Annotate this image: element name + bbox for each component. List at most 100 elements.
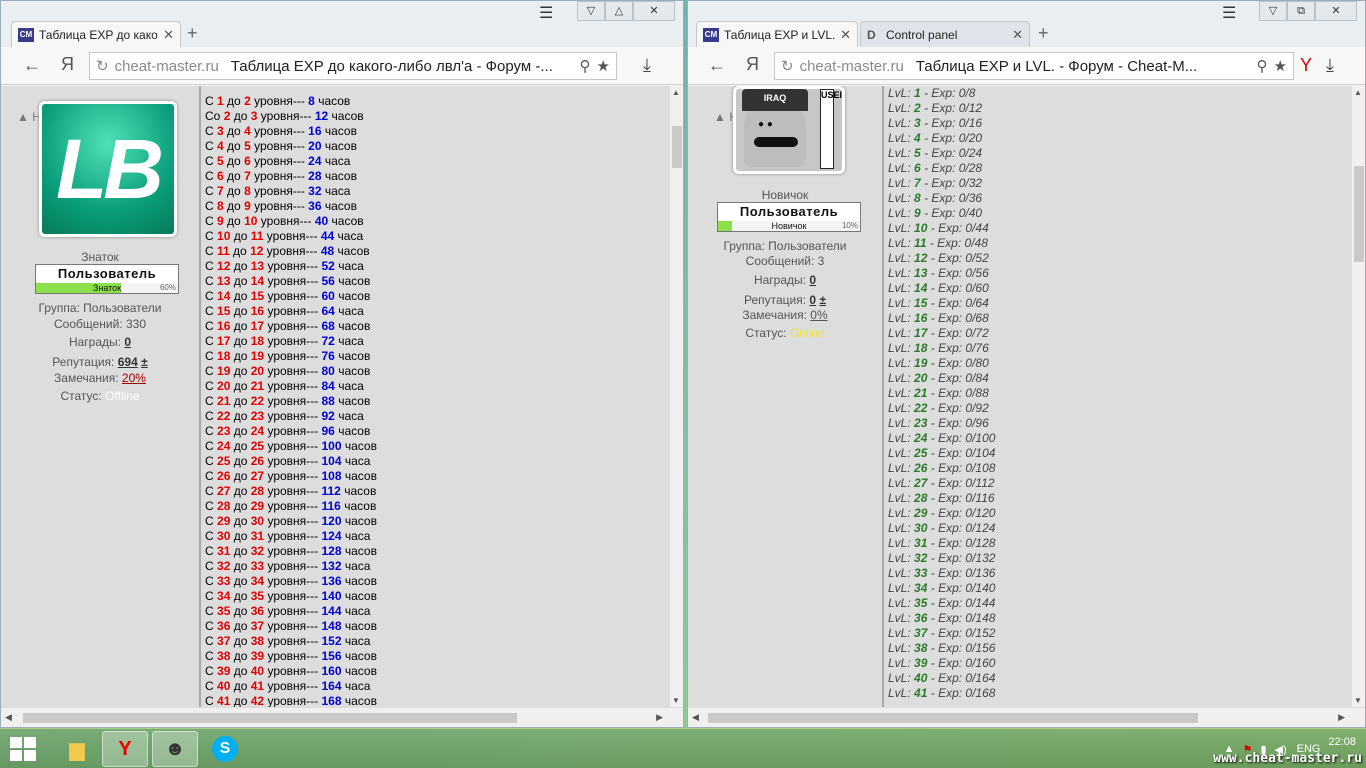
horizontal-scrollbar-thumb[interactable] xyxy=(708,713,1198,723)
avatar-text: LB xyxy=(56,121,164,216)
new-tab-icon[interactable]: + xyxy=(187,23,198,44)
horizontal-scrollbar[interactable]: ◀ ▶ xyxy=(1,707,683,727)
exp-row-cell: С xyxy=(205,154,214,168)
lvl-prefix: LvL: xyxy=(888,611,911,625)
exp-row-cell: до xyxy=(233,664,248,678)
warnings-link[interactable]: 20% xyxy=(122,371,146,385)
maximize-button[interactable]: △ xyxy=(605,1,633,21)
lvl-prefix: LvL: xyxy=(888,401,911,415)
tab-exp-lvl[interactable]: CM Таблица EXP и LVL. - ✕ xyxy=(696,21,858,47)
address-bar[interactable]: ↻ cheat-master.ru Таблица EXP до какого-… xyxy=(89,52,617,80)
back-arrow-icon[interactable]: ← xyxy=(23,55,41,76)
exp-row-cell: уровня--- xyxy=(254,184,305,198)
scrollbar-thumb[interactable] xyxy=(672,126,682,168)
user-avatar[interactable]: IRAQ ● ● USEIN xyxy=(733,86,845,174)
browser-window-right: CM Таблица EXP и LVL. - ✕ D Control pane… xyxy=(687,0,1366,728)
exp-row-cell: 44 xyxy=(320,229,335,243)
lvl-prefix: LvL: xyxy=(888,386,911,400)
exp-prefix: - Exp: 0/ xyxy=(930,281,976,295)
download-icon[interactable]: ⤓ xyxy=(1326,55,1334,76)
scroll-up-arrow-icon[interactable]: ▲ xyxy=(1354,88,1362,97)
reputation-vote-link[interactable]: ± xyxy=(819,293,826,307)
search-icon[interactable]: ⚲ xyxy=(580,57,591,75)
lvl-table-row: LvL: 33 - Exp: 0/136 xyxy=(888,566,1349,581)
user-avatar[interactable]: LB xyxy=(39,101,177,237)
exp-table-row: С 24 до 25 уровня--- 100 часов xyxy=(205,439,667,454)
scroll-down-arrow-icon[interactable]: ▼ xyxy=(672,696,680,705)
exp-row-cell: до xyxy=(233,364,248,378)
rank-badge: Пользователь Новичок 10% xyxy=(717,202,861,232)
scrollbar-thumb[interactable] xyxy=(1354,166,1364,262)
new-tab-icon[interactable]: + xyxy=(1038,23,1049,44)
awards-link[interactable]: 0 xyxy=(809,273,816,287)
awards-link[interactable]: 0 xyxy=(124,335,131,349)
reload-icon[interactable]: ↻ xyxy=(96,57,109,75)
horizontal-scrollbar-thumb[interactable] xyxy=(23,713,517,723)
scroll-right-arrow-icon[interactable]: ▶ xyxy=(1338,712,1345,723)
tab-close-icon[interactable]: ✕ xyxy=(163,27,174,43)
game-app-taskbar-icon[interactable]: ☻ xyxy=(152,731,198,767)
tab-close-icon[interactable]: ✕ xyxy=(1012,27,1023,43)
reputation-link[interactable]: 694 xyxy=(118,355,138,369)
back-arrow-icon[interactable]: ← xyxy=(708,55,726,76)
exp-row-cell: 26 xyxy=(250,454,265,468)
lvl-table-row: LvL: 41 - Exp: 0/168 xyxy=(888,686,1349,701)
reload-icon[interactable]: ↻ xyxy=(781,57,794,75)
yandex-logo-icon[interactable]: Я xyxy=(746,54,759,75)
download-icon[interactable]: ⤓ xyxy=(643,55,651,76)
exp-row-cell: 9 xyxy=(244,199,251,213)
tab-control-panel[interactable]: D Control panel ✕ xyxy=(860,21,1030,47)
exp-prefix: - Exp: 0/ xyxy=(924,116,969,130)
exp-row-cell: уровня--- xyxy=(267,679,319,693)
menu-icon[interactable]: ☰ xyxy=(1222,3,1236,23)
scroll-up-arrow-icon[interactable]: ▲ xyxy=(672,88,680,97)
exp-prefix: - Exp: 0/ xyxy=(930,341,976,355)
yandex-browser-taskbar-icon[interactable]: Y xyxy=(102,731,148,767)
tab-close-icon[interactable]: ✕ xyxy=(840,27,851,43)
minimize-button[interactable]: ▽ xyxy=(1259,1,1287,21)
exp-row-cell: уровня--- xyxy=(260,214,312,228)
bookmark-star-icon[interactable]: ★ xyxy=(1274,57,1287,75)
exp-row-cell: до xyxy=(227,214,241,228)
windows-start-icon[interactable] xyxy=(10,737,38,763)
lvl-number: 21 xyxy=(914,386,928,400)
yandex-extension-icon[interactable]: Y xyxy=(1300,55,1312,76)
reputation-link[interactable]: 0 xyxy=(809,293,816,307)
lvl-number: 32 xyxy=(914,551,928,565)
menu-icon[interactable]: ☰ xyxy=(539,3,553,23)
minimize-button[interactable]: ▽ xyxy=(577,1,605,21)
maximize-button[interactable]: ⧉ xyxy=(1287,1,1315,21)
address-bar[interactable]: ↻ cheat-master.ru Таблица EXP и LVL. - Ф… xyxy=(774,52,1294,80)
exp-row-cell: 92 xyxy=(321,409,335,423)
exp-value: 136 xyxy=(975,566,996,580)
exp-table-row: С 3 до 4 уровня--- 16 часов xyxy=(205,124,667,139)
scroll-left-arrow-icon[interactable]: ◀ xyxy=(5,712,12,723)
tab-exp-table[interactable]: CM Таблица EXP до како ✕ xyxy=(11,21,181,47)
scroll-left-arrow-icon[interactable]: ◀ xyxy=(692,712,699,723)
warnings-link[interactable]: 0% xyxy=(810,308,827,322)
scroll-down-arrow-icon[interactable]: ▼ xyxy=(1354,696,1362,705)
lvl-prefix: LvL: xyxy=(888,206,911,220)
lvl-table-row: LvL: 15 - Exp: 0/64 xyxy=(888,296,1349,311)
exp-row-cell: 41 xyxy=(217,694,231,707)
yandex-logo-icon[interactable]: Я xyxy=(61,54,74,75)
reputation-vote-link[interactable]: ± xyxy=(141,355,148,369)
lvl-number: 20 xyxy=(914,371,928,385)
lvl-number: 39 xyxy=(914,656,928,670)
horizontal-scrollbar[interactable]: ◀ ▶ xyxy=(688,707,1365,727)
skype-icon[interactable]: S xyxy=(202,731,248,767)
exp-row-cell: уровня--- xyxy=(267,619,319,633)
scroll-right-arrow-icon[interactable]: ▶ xyxy=(656,712,663,723)
exp-table-row: С 25 до 26 уровня--- 104 часа xyxy=(205,454,667,469)
bookmark-star-icon[interactable]: ★ xyxy=(597,57,610,75)
exp-row-cell: Со xyxy=(205,109,221,123)
exp-value: 8 xyxy=(968,86,976,100)
close-window-button[interactable]: ✕ xyxy=(633,1,675,21)
search-icon[interactable]: ⚲ xyxy=(1257,57,1268,75)
vertical-scrollbar[interactable]: ▲ ▼ xyxy=(1351,86,1365,707)
exp-value: 128 xyxy=(975,536,996,550)
close-window-button[interactable]: ✕ xyxy=(1315,1,1357,21)
vertical-scrollbar[interactable]: ▲ ▼ xyxy=(669,86,683,707)
lvl-table-row: LvL: 19 - Exp: 0/80 xyxy=(888,356,1349,371)
file-explorer-icon[interactable]: ▆ xyxy=(54,731,100,767)
